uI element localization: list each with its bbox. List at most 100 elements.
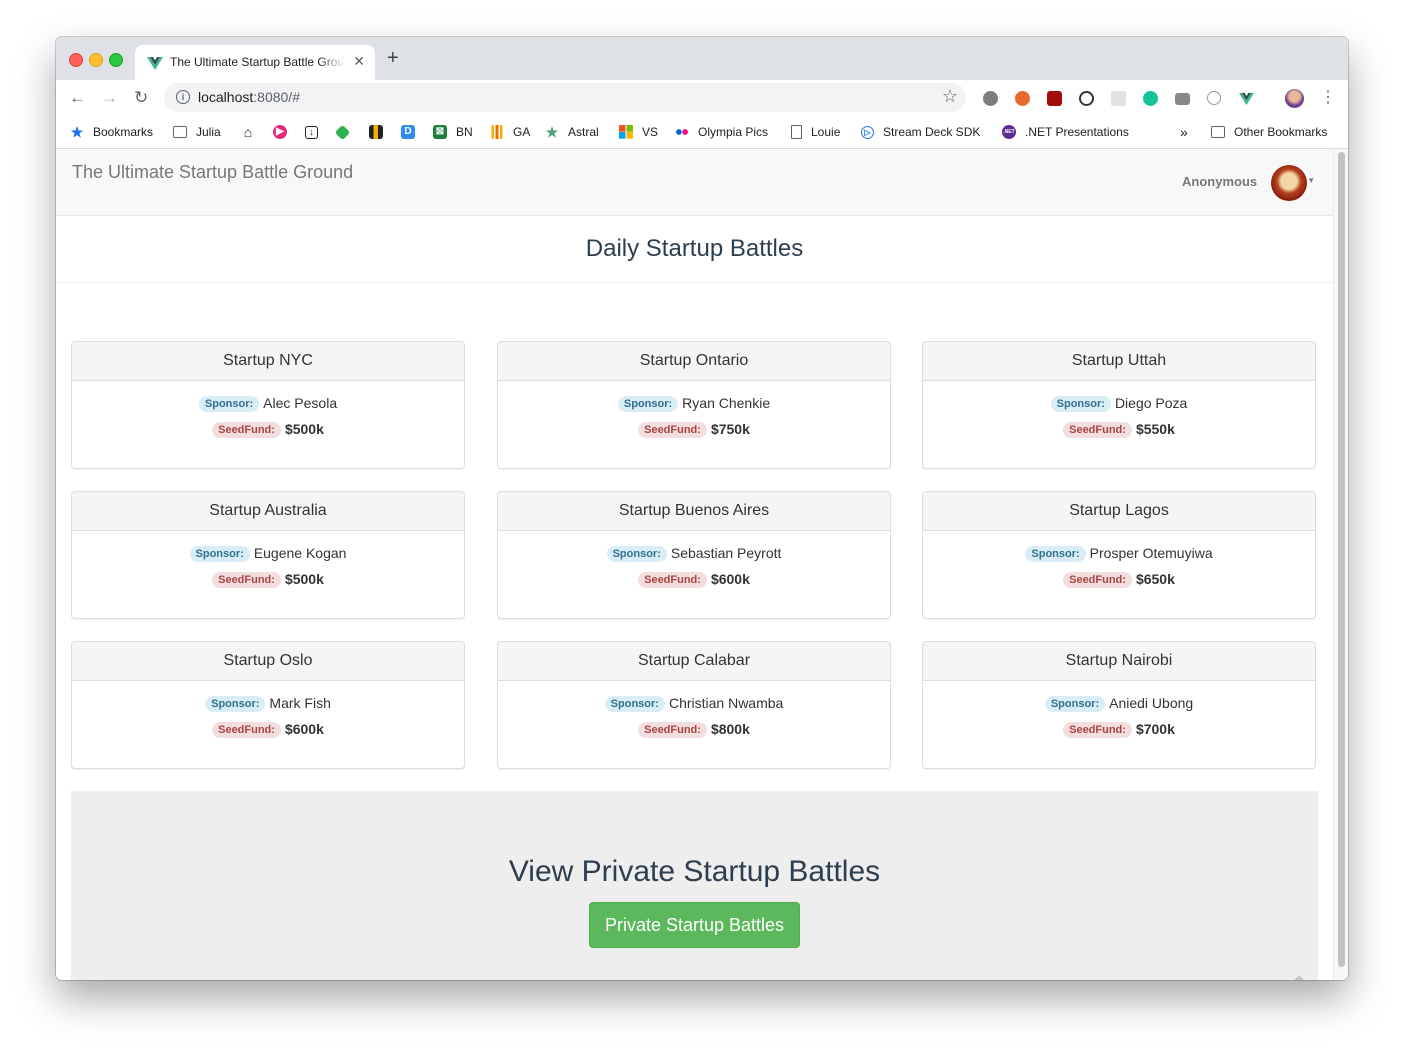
sponsor-badge: Sponsor: xyxy=(205,696,266,712)
seedfund-amount: $550k xyxy=(1135,421,1175,437)
bookmark-stream-deck-sdk[interactable]: ▷ Stream Deck SDK xyxy=(861,124,980,140)
address-bar[interactable]: i localhost:8080/# ☆ xyxy=(164,83,966,112)
user-name[interactable]: Anonymous xyxy=(1182,174,1257,189)
seedfund-badge: SeedFund: xyxy=(638,722,707,738)
sponsor-badge: Sponsor: xyxy=(606,546,667,562)
grammarly-icon[interactable] xyxy=(1143,91,1158,106)
sponsor-badge: Sponsor: xyxy=(1025,546,1086,562)
bookmark-bookmarks[interactable]: ★ Bookmarks xyxy=(70,124,153,140)
bookmark-feedly[interactable] xyxy=(334,124,351,140)
browser-toolbar: ← → ↻ i localhost:8080/# ☆ ⋮ xyxy=(56,80,1348,116)
seedfund-row: SeedFund: $500k xyxy=(72,571,464,588)
seedfund-row: SeedFund: $500k xyxy=(72,421,464,438)
chevron-down-icon[interactable]: ▾ xyxy=(1309,175,1314,186)
bookmark-net-presentations[interactable]: .NET .NET Presentations xyxy=(1002,124,1129,140)
battle-card-title: Startup Lagos xyxy=(923,492,1315,531)
bookmark-label: Bookmarks xyxy=(93,125,154,139)
reload-button[interactable]: ↻ xyxy=(134,89,148,107)
seedfund-amount: $500k xyxy=(284,421,324,437)
bookmark-play[interactable]: ▶ xyxy=(273,124,287,140)
maximize-window-button[interactable] xyxy=(109,53,123,67)
private-battles-section: View Private Startup Battles Private Sta… xyxy=(71,791,1318,980)
seedfund-badge: SeedFund: xyxy=(638,422,707,438)
bookmark-astral[interactable]: ★ Astral xyxy=(545,124,599,140)
bookmark-star-icon[interactable]: ☆ xyxy=(942,86,958,107)
bookmark-books[interactable] xyxy=(369,124,383,140)
tab-close-icon[interactable]: ✕ xyxy=(353,53,365,70)
new-tab-button[interactable]: + xyxy=(387,48,399,68)
seedfund-row: SeedFund: $600k xyxy=(498,571,890,588)
profile-avatar[interactable] xyxy=(1285,89,1304,108)
onepassword-icon[interactable] xyxy=(1079,91,1094,106)
home-icon: ⌂ xyxy=(243,124,253,140)
page-title: Daily Startup Battles xyxy=(56,216,1333,283)
bookmark-home[interactable]: ⌂ xyxy=(241,124,255,140)
more-bookmarks-button[interactable]: » xyxy=(1180,124,1188,140)
sponsor-badge: Sponsor: xyxy=(604,696,665,712)
sponsor-badge: Sponsor: xyxy=(198,396,260,412)
url-text[interactable]: localhost:8080/# xyxy=(198,89,300,105)
app-brand[interactable]: The Ultimate Startup Battle Ground xyxy=(72,162,353,183)
seedfund-amount: $750k xyxy=(710,421,750,437)
vue-devtools-icon[interactable] xyxy=(1239,91,1254,106)
sponsor-name: Aniedi Ubong xyxy=(1109,695,1194,711)
bookmark-label: GA xyxy=(513,125,531,139)
bookmark-olympia-pics[interactable]: Olympia Pics xyxy=(675,124,768,140)
private-startup-battles-button[interactable]: Private Startup Battles xyxy=(589,902,800,948)
d-icon: D xyxy=(401,125,415,139)
user-avatar[interactable] xyxy=(1271,165,1307,201)
bookmark-d[interactable]: D xyxy=(401,124,415,140)
battle-card: Startup Buenos Aires Sponsor: Sebastian Pe… xyxy=(497,491,891,619)
streamdeck-icon: ▷ xyxy=(861,125,874,139)
sponsor-badge: Sponsor: xyxy=(1050,396,1111,412)
star-icon: ★ xyxy=(70,124,84,140)
minimize-window-button[interactable] xyxy=(89,53,103,67)
info-icon[interactable]: i xyxy=(176,90,190,104)
extension-settings-icon[interactable] xyxy=(983,91,998,106)
sponsor-badge: Sponsor: xyxy=(617,396,679,412)
scrollbar-thumb[interactable] xyxy=(1338,152,1345,967)
other-bookmarks[interactable]: Other Bookmarks xyxy=(1211,124,1327,140)
bookmark-label: VS xyxy=(642,125,659,139)
url-host: localhost xyxy=(198,89,254,105)
back-button[interactable]: ← xyxy=(69,89,86,107)
bookmark-ga[interactable]: GA xyxy=(490,124,530,140)
sponsor-name: Eugene Kogan xyxy=(253,545,347,561)
bookmark-julia[interactable]: Julia xyxy=(173,124,221,140)
folder-icon xyxy=(1211,126,1225,138)
browser-tab[interactable]: The Ultimate Startup Battle Ground ✕ xyxy=(135,45,375,80)
bookmark-label: .NET Presentations xyxy=(1025,125,1129,139)
browser-menu-icon[interactable]: ⋮ xyxy=(1320,89,1336,107)
sponsor-row: Sponsor: Eugene Kogan xyxy=(72,545,464,562)
analytics-icon xyxy=(490,125,504,139)
seedfund-amount: $650k xyxy=(1135,571,1175,587)
bookmark-download[interactable]: ↓ xyxy=(305,124,318,140)
seedfund-badge: SeedFund: xyxy=(212,572,281,588)
seedfund-badge: SeedFund: xyxy=(212,722,281,738)
sponsor-row: Sponsor: Sebastian Peyrott xyxy=(498,545,890,562)
battle-card-title: Startup Buenos Aires xyxy=(498,492,890,531)
seedfund-amount: $600k xyxy=(710,571,750,587)
bookmark-louie[interactable]: Louie xyxy=(791,124,840,140)
seedfund-row: SeedFund: $650k xyxy=(923,571,1315,588)
ublock-icon[interactable] xyxy=(1047,91,1062,106)
forward-button[interactable]: → xyxy=(101,89,118,107)
camera-icon[interactable] xyxy=(1175,93,1190,105)
page-viewport[interactable]: The Ultimate Startup Battle Ground Anony… xyxy=(56,149,1348,980)
bookmarks-bar: ★ Bookmarks Julia ⌂ ▶ ↓ D ⊠ BN GA ★ Astral … xyxy=(56,116,1348,149)
battle-card-title: Startup Oslo xyxy=(72,642,464,681)
bookmark-vs[interactable]: VS xyxy=(619,124,658,140)
sponsor-name: Sebastian Peyrott xyxy=(670,545,782,561)
bookmark-bn[interactable]: ⊠ BN xyxy=(433,124,473,140)
sponsor-name: Mark Fish xyxy=(269,695,331,711)
page-icon xyxy=(791,125,802,139)
bookmark-label: Louie xyxy=(811,125,841,139)
extension-orange-icon[interactable] xyxy=(1015,91,1030,106)
dotnet-icon: .NET xyxy=(1002,125,1016,139)
browser-window: The Ultimate Startup Battle Ground ✕ + ←… xyxy=(56,37,1348,980)
books-icon xyxy=(369,125,383,139)
page-scrollbar[interactable] xyxy=(1333,149,1348,980)
extension-circle-icon[interactable] xyxy=(1207,91,1221,105)
extension-grid-icon[interactable] xyxy=(1111,91,1126,106)
close-window-button[interactable] xyxy=(69,53,83,67)
